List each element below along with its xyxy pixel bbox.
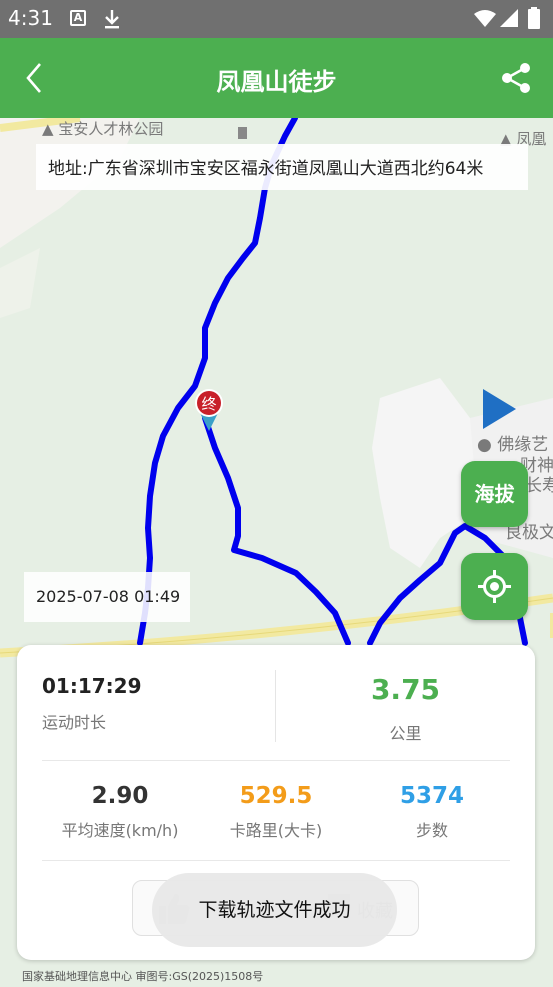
calories-value: 529.5: [239, 783, 313, 809]
map-poi-changshou: 长寿: [525, 476, 553, 496]
steps-stat: 5374 步数: [354, 783, 510, 841]
play-track-icon[interactable]: [482, 389, 516, 429]
end-marker-label: 终: [201, 395, 216, 413]
avg-speed-label: 平均速度(km/h): [61, 821, 179, 840]
download-notification-icon: [105, 10, 119, 29]
duration-label: 运动时长: [42, 713, 107, 732]
steps-value: 5374: [399, 783, 464, 809]
altitude-button[interactable]: 海拔: [461, 461, 528, 527]
crosshair-icon: [478, 570, 511, 603]
stats-card: 01:17:29 运动时长 3.75 公里 2.90 平均速度(km/h) 52…: [17, 645, 535, 960]
wifi-icon: [474, 10, 496, 27]
calories-stat: 529.5 卡路里(大卡): [198, 783, 354, 841]
app-bar: 凤凰山徒步: [0, 38, 553, 118]
toast-message: 下载轨迹文件成功: [152, 873, 397, 947]
status-time: 4:31: [8, 6, 53, 30]
status-bar: 4:31 A: [0, 0, 553, 38]
duration-value: 01:17:29: [42, 674, 142, 698]
divider: [42, 860, 510, 861]
a-notification-icon: A: [70, 10, 86, 26]
locate-button[interactable]: [461, 553, 528, 620]
address-label: 地址:广东省深圳市宝安区福永街道凤凰山大道西北约64米: [36, 144, 528, 190]
gas-station-icon: [238, 127, 247, 139]
map-terrain: [0, 248, 40, 318]
avg-speed-value: 2.90: [91, 783, 149, 809]
divider: [42, 760, 510, 761]
steps-label: 步数: [415, 821, 448, 840]
share-icon[interactable]: [498, 60, 534, 96]
battery-icon: [528, 7, 540, 29]
calories-label: 卡路里(大卡): [229, 821, 323, 840]
avg-speed-stat: 2.90 平均速度(km/h): [42, 783, 198, 841]
signal-icon: [500, 9, 518, 27]
distance-label: 公里: [389, 724, 422, 743]
distance-value: 3.75: [370, 673, 441, 706]
page-title: 凤凰山徒步: [216, 68, 337, 96]
map-copyright: 国家基础地理信息中心 审图号:GS(2025)1508号: [22, 970, 264, 983]
track-timestamp: 2025-07-08 01:49: [24, 572, 190, 622]
map-poi-talent-park: ▲ 宝安人才林公园: [42, 120, 164, 138]
end-point-marker[interactable]: 终: [194, 387, 224, 433]
